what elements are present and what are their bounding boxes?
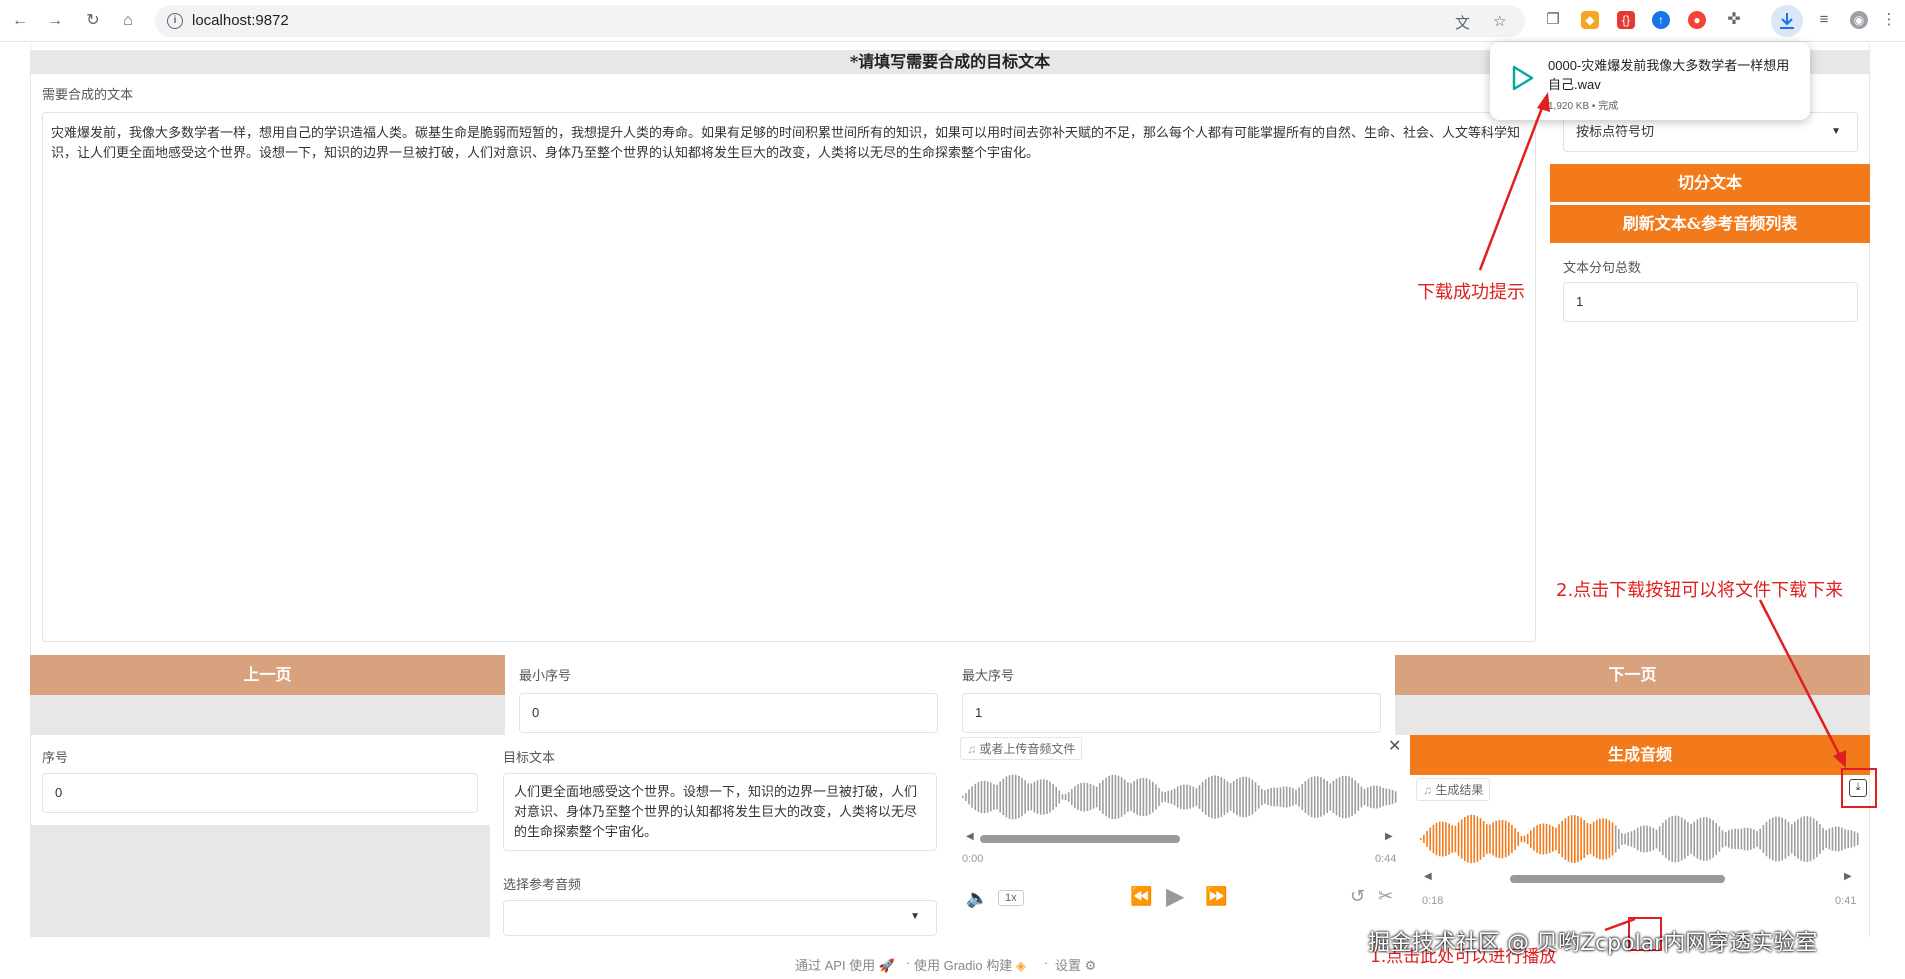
annotation-arrows	[1478, 92, 1846, 932]
annotation-click-download: 2.点击下载按钮可以将文件下载下来	[1556, 580, 1844, 601]
annotation-download-success: 下载成功提示	[1417, 282, 1525, 303]
annotation-box-download	[1841, 768, 1877, 808]
watermark: 掘金技术社区 @ 贝哟Zcpolar内网穿透实验室	[1368, 931, 1818, 956]
